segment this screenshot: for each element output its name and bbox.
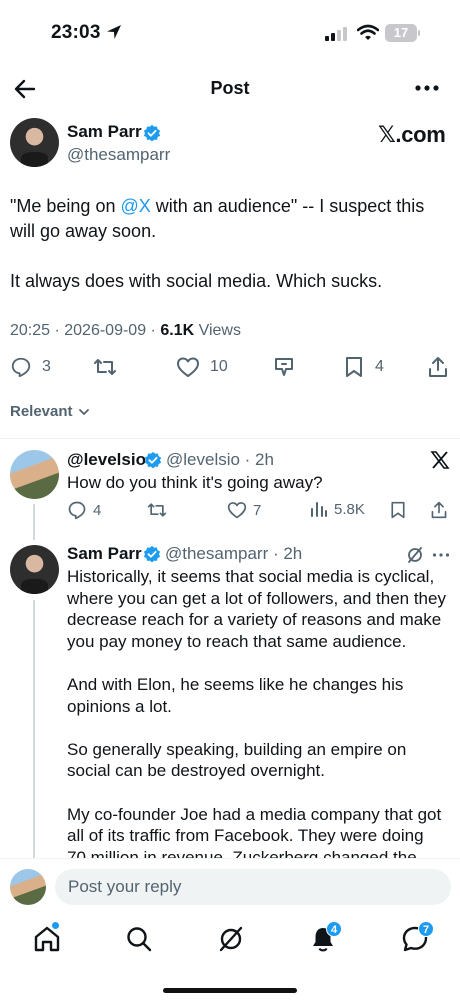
reply-button[interactable]: 3 (10, 356, 51, 378)
grok-button[interactable] (273, 356, 295, 378)
reply-text: Historically, it seems that social media… (67, 566, 447, 890)
reply-author-handle[interactable]: @thesamparr · 2h (165, 544, 302, 564)
reply-icon (11, 357, 31, 378)
grok-icon (275, 358, 293, 376)
like-count: 10 (210, 358, 228, 375)
bookmark-icon (391, 501, 405, 519)
reply-actions: 4 7 5.8K (67, 500, 452, 522)
verified-badge-icon (143, 545, 161, 563)
current-user-avatar[interactable] (10, 869, 46, 905)
reply-author-handle[interactable]: @levelsio · 2h (166, 450, 274, 470)
post-text-part: "Me being on (10, 196, 121, 216)
reply-author-name[interactable]: @levelsio (67, 450, 146, 470)
page-title: Post (210, 78, 250, 98)
reply-text: How do you think it's going away? (67, 473, 323, 492)
verified-badge-icon (143, 124, 161, 142)
home-indicator (163, 988, 297, 993)
reply-paragraph: Historically, it seems that social media… (67, 567, 446, 651)
more-options-icon[interactable] (432, 551, 450, 559)
post-text-part: It always does with social media. Which … (10, 271, 383, 291)
bookmark-icon (346, 357, 362, 377)
section-divider (0, 438, 460, 439)
reply-count: 3 (42, 358, 51, 375)
share-icon (429, 357, 447, 377)
grok-icon[interactable] (216, 924, 246, 954)
share-button[interactable] (430, 500, 448, 520)
status-bar: 23:03 17 (0, 0, 460, 64)
reply-paragraph: So generally speaking, building an empir… (67, 739, 407, 781)
thread-line (33, 600, 35, 858)
reply-paragraph: And with Elon, he seems like he changes … (67, 674, 404, 716)
like-count: 7 (253, 501, 262, 519)
repost-button[interactable] (147, 500, 167, 520)
heart-icon (227, 502, 247, 519)
sort-dropdown[interactable]: Relevant (10, 403, 91, 420)
reply-avatar[interactable] (10, 545, 59, 594)
post-timestamp: 20:25 · 2026-09-09 · (10, 322, 161, 339)
mention-link[interactable]: @X (120, 196, 150, 216)
verified-badge-icon (144, 451, 162, 469)
more-options-icon[interactable] (412, 78, 442, 98)
bookmark-count: 4 (375, 358, 384, 375)
battery-indicator: 17 (385, 24, 417, 42)
views-count: 6.1K (160, 322, 195, 339)
location-arrow-icon (107, 25, 121, 39)
author-name[interactable]: Sam Parr (67, 122, 142, 142)
search-icon[interactable] (124, 924, 154, 954)
cell-signal-icon (325, 27, 347, 41)
share-icon (431, 501, 447, 519)
battery-cap (418, 30, 420, 36)
post-text: "Me being on @X with an audience" -- I s… (10, 194, 450, 319)
like-button[interactable]: 10 (176, 356, 228, 378)
like-button[interactable]: 7 (227, 500, 261, 520)
chevron-down-icon (78, 408, 89, 415)
status-time: 23:03 (51, 22, 101, 43)
repost-button[interactable] (93, 356, 117, 378)
reply-avatar[interactable] (10, 450, 59, 499)
x-logo-icon (430, 451, 450, 469)
sort-label: Relevant (10, 403, 73, 420)
views-count: 5.8K (334, 500, 365, 518)
reply-composer: Post your reply (0, 858, 460, 914)
author-handle[interactable]: @thesamparr (67, 145, 170, 165)
notifications-badge: 4 (326, 921, 342, 937)
nav-bar: Post (0, 64, 460, 112)
wifi-icon (357, 24, 379, 40)
reply-author-name[interactable]: Sam Parr (67, 544, 142, 564)
post-actions: 3 10 4 (0, 356, 460, 384)
views-label: Views (194, 322, 241, 339)
home-unread-dot (52, 922, 59, 929)
post-meta: 20:25 · 2026-09-09 · 6.1K Views (10, 322, 241, 340)
messages-badge: 7 (418, 921, 434, 937)
repost-icon (147, 503, 167, 517)
heart-icon (177, 357, 199, 377)
repost-icon (94, 359, 116, 375)
bookmark-button[interactable]: 4 (343, 356, 384, 378)
grok-icon[interactable] (406, 546, 424, 564)
reply-button[interactable]: 4 (67, 500, 101, 520)
author-avatar[interactable] (10, 118, 59, 167)
home-icon[interactable] (32, 924, 62, 954)
thread-line (33, 504, 35, 540)
reply-input[interactable]: Post your reply (55, 869, 451, 905)
reply-icon (68, 501, 86, 520)
analytics-icon (311, 502, 327, 517)
share-button[interactable] (427, 356, 449, 378)
bookmark-button[interactable] (389, 500, 407, 520)
views-button[interactable]: 5.8K (310, 500, 365, 518)
reply-count: 4 (93, 501, 102, 519)
x-brand-logo: 𝕏.com (378, 122, 446, 147)
